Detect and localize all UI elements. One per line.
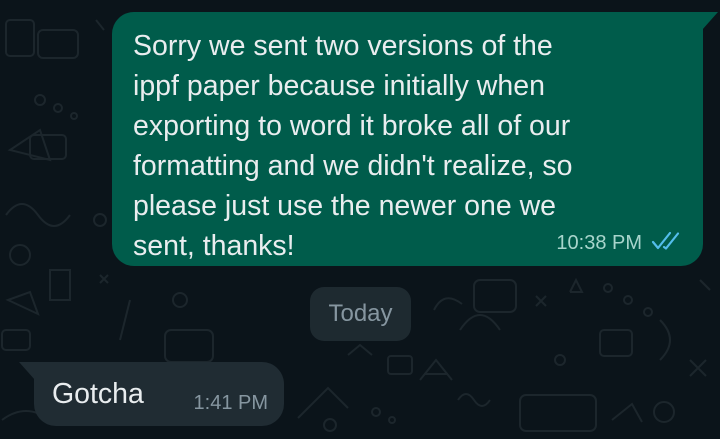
outgoing-message-text: Sorry we sent two versions of the ippf p… [133, 30, 573, 262]
outgoing-message-meta: 10:38 PM [556, 231, 683, 256]
incoming-message-bubble[interactable]: Gotcha 1:41 PM [19, 362, 284, 426]
date-separator: Today [310, 287, 411, 341]
incoming-message-time: 1:41 PM [193, 392, 268, 414]
incoming-message-text: Gotcha [52, 378, 144, 410]
incoming-bubble-tail [19, 362, 35, 380]
outgoing-message-bubble[interactable]: Sorry we sent two versions of the ippf p… [112, 12, 718, 266]
outgoing-message-time: 10:38 PM [556, 232, 642, 254]
double-check-read-icon [651, 231, 683, 256]
outgoing-bubble-tail [702, 12, 718, 30]
